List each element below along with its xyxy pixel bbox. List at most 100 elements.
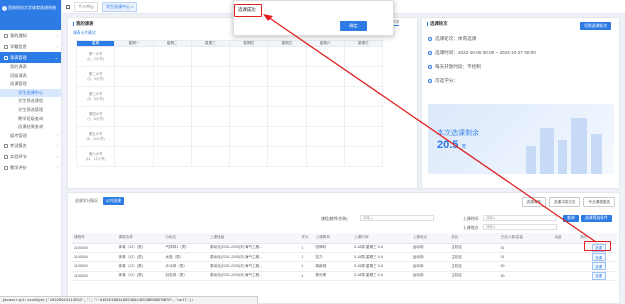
table-row: 1100004 体育（12）(男) 气排球1（男） 乘动化(2201-2205)刘,海… <box>72 243 617 253</box>
document-icon <box>4 44 8 49</box>
select-course-button[interactable]: 选课 <box>591 271 606 280</box>
sidebar-item-label: 选课结果查询 <box>18 124 44 130</box>
table-header-row: 课程号 课程名称 分组名 上课班级 学分 上课教师 上课时间 上课地点 校区 已… <box>72 233 617 244</box>
sidebar-item-label: 教学评价 <box>10 165 27 171</box>
chevron-right-icon: › <box>56 44 58 49</box>
column-header: 已选人数/容量 <box>498 233 553 244</box>
sidebar-subitem-deferred-exam[interactable]: 缓考管理 › <box>0 132 61 141</box>
column-header: 学分 <box>299 233 314 244</box>
sidebar-subitem-my-schedule[interactable]: 我的课表 <box>0 63 61 72</box>
column-header: 上课教师 <box>313 233 353 244</box>
chevron-right-icon: › <box>56 132 58 138</box>
dialog-ok-button[interactable]: 确定 <box>340 21 367 31</box>
major-direct-select-button[interactable]: 专业课程直选 <box>583 197 615 207</box>
tab-credit-status[interactable]: 选课学分情况 <box>72 197 101 205</box>
info-time: 选课时间：2022-10-06 00:00 ~ 2022-10-27 00:00 <box>428 50 536 56</box>
filter-bar: 课程(教师/名称): 请输入 上课时间: 请输入 查询 选课筛选条件 <box>68 215 619 223</box>
credit-icon <box>428 79 432 83</box>
sidebar-subitem-preselect-courses[interactable]: 学生预选课程 <box>0 97 61 106</box>
sidebar-item-exam[interactable]: 考试报名 › <box>0 140 61 151</box>
grid-icon <box>4 55 8 60</box>
table-row: 1100004 体育（12）(男) 太极（男） 乘动化(2201-2205)刘,海气工… <box>72 252 617 263</box>
search-button[interactable]: 查询 <box>563 215 579 222</box>
sidebar-subitem-selection-manage[interactable]: 选课管理 <box>0 80 61 89</box>
sidebar-nav: 我的通知 › 学籍信息 › 课表管理 ⌄ 我的课表 班级课表 选课管理 学生选课中心 … <box>0 30 61 173</box>
flag-icon <box>428 37 432 41</box>
sidebar-item-lab[interactable]: 实验环节 › <box>0 151 61 162</box>
building-illustration <box>526 146 536 174</box>
period-cell: 第一大节 (1、2小节) <box>75 46 116 67</box>
sidebar-item-label: 我的通知 <box>10 33 27 38</box>
sidebar-item-status[interactable]: 学籍信息 › <box>0 41 61 52</box>
chevron-down-icon: ⌄ <box>54 55 58 60</box>
filter-bar-2: 上课地点: 请输入 <box>68 224 619 232</box>
building-illustration <box>540 128 554 174</box>
sidebar-subitem-class-query[interactable]: 教学班级查询 <box>0 115 61 124</box>
brand-title: 西南科技大学体育选课系统 <box>8 5 56 10</box>
sidebar-item-label: 课表管理 <box>10 55 27 60</box>
period-cell: 第六大节 (11、12小节) <box>75 146 116 167</box>
banner-days: 20.5 天 <box>437 139 467 151</box>
select-course-button[interactable]: 选课 <box>591 262 606 271</box>
info-round: 选课轮次：体育选课 <box>428 36 476 42</box>
sidebar-item-evaluation[interactable]: 教学评价 › <box>0 162 61 173</box>
info-limit: 每天开放时段：不控制 <box>428 64 481 70</box>
course-filter-input[interactable]: 请输入 <box>360 215 434 221</box>
round-info-panel: 选课轮次 切换选课轮次 选课轮次：体育选课 选课时间：2022-10-06 00… <box>421 17 620 189</box>
select-course-button[interactable]: 选课 <box>591 243 606 252</box>
exam-icon <box>4 144 8 149</box>
switch-round-button[interactable]: 切换选课轮次 <box>580 22 611 30</box>
info-credit: 可选学分： <box>428 78 458 84</box>
chevron-right-icon: › <box>56 143 58 149</box>
chevron-right-icon: › <box>56 154 58 160</box>
home-icon[interactable] <box>66 4 70 9</box>
tab-personal-center[interactable]: 个人中心 <box>74 1 98 12</box>
sidebar-item-course-manage[interactable]: 课表管理 ⌄ <box>0 52 61 63</box>
column-header: 课程号 <box>72 233 117 244</box>
sidebar-item-label: 学生选课中心 <box>18 89 44 95</box>
time-filter-label: 上课时间: <box>463 216 480 221</box>
schedule-grid: 星期 星期一 星期二 星期三 星期四 星期五 星期六 星期日 第一大节 (1、2小… <box>75 40 384 167</box>
sidebar-subitem-selection-center[interactable]: 学生选课中心 <box>0 88 61 98</box>
course-actions: 选课清单 选课冲突日志 专业课程直选 <box>521 197 615 207</box>
sidebar-item-notice[interactable]: 我的通知 › <box>0 30 61 41</box>
clock-icon <box>428 51 432 55</box>
column-header: 上课地点 <box>410 233 450 244</box>
building-illustration <box>571 118 587 174</box>
bell-icon <box>4 33 8 38</box>
course-table: 课程号 课程名称 分组名 上课班级 学分 上课教师 上课时间 上课地点 校区 已… <box>72 233 617 282</box>
calendar-icon <box>428 65 432 69</box>
card-mode-link[interactable]: 课表卡片模式 <box>73 31 96 36</box>
sidebar-item-label: 教学班级查询 <box>18 115 44 121</box>
filter-conditions-button[interactable]: 选课筛选条件 <box>581 215 612 222</box>
selection-list-button[interactable]: 选课清单 <box>521 197 546 207</box>
sidebar-item-label: 我的课表 <box>10 64 27 69</box>
schedule-panel: 我的课表 课表卡片模式 本学 星期 星期一 星期二 星期三 星期四 星期五 星期… <box>67 17 418 189</box>
success-dialog: 选课成功 确定 <box>233 0 394 36</box>
select-course-button[interactable]: 选课 <box>591 253 606 261</box>
sidebar-subitem-result-query[interactable]: 选课结果查询 <box>0 123 61 132</box>
table-row: 1100004 体育（12）(男) 乒乓球（男） 乘动化(2201-2205)刘,海气… <box>72 261 617 272</box>
sidebar-item-label: 考试报名 <box>10 143 27 149</box>
time-filter-input[interactable]: 请输入 <box>483 215 557 221</box>
sidebar-subitem-class-schedule[interactable]: 班级课表 <box>0 72 61 81</box>
tab-selection-center[interactable]: 学生选课中心 × <box>102 1 138 12</box>
tab-public-courses[interactable]: 公共选课 <box>102 197 124 205</box>
flask-icon <box>4 155 8 160</box>
building-illustration <box>591 134 602 174</box>
place-filter-label: 上课地点: <box>463 225 480 230</box>
column-header: 操作 <box>578 233 617 244</box>
course-tabs: 选课学分情况 公共选课 <box>72 197 124 205</box>
course-filter-label: 课程(教师/名称): <box>321 216 349 221</box>
column-header: 分组名 <box>163 233 208 244</box>
star-icon <box>4 166 8 171</box>
column-header: 校区 <box>449 233 499 244</box>
conflict-log-button[interactable]: 选课冲突日志 <box>548 197 581 207</box>
period-cell: 第三大节 (5、6小节) <box>75 86 116 107</box>
sidebar-subitem-preselect-manage[interactable]: 学生预选管理 <box>0 106 61 115</box>
place-filter-input[interactable]: 请输入 <box>483 224 557 230</box>
column-header: 课程名称 <box>116 233 164 244</box>
column-header: 上课班级 <box>207 233 300 244</box>
dialog-message: 选课成功 <box>238 7 256 12</box>
column-header: 余量 <box>552 233 579 244</box>
